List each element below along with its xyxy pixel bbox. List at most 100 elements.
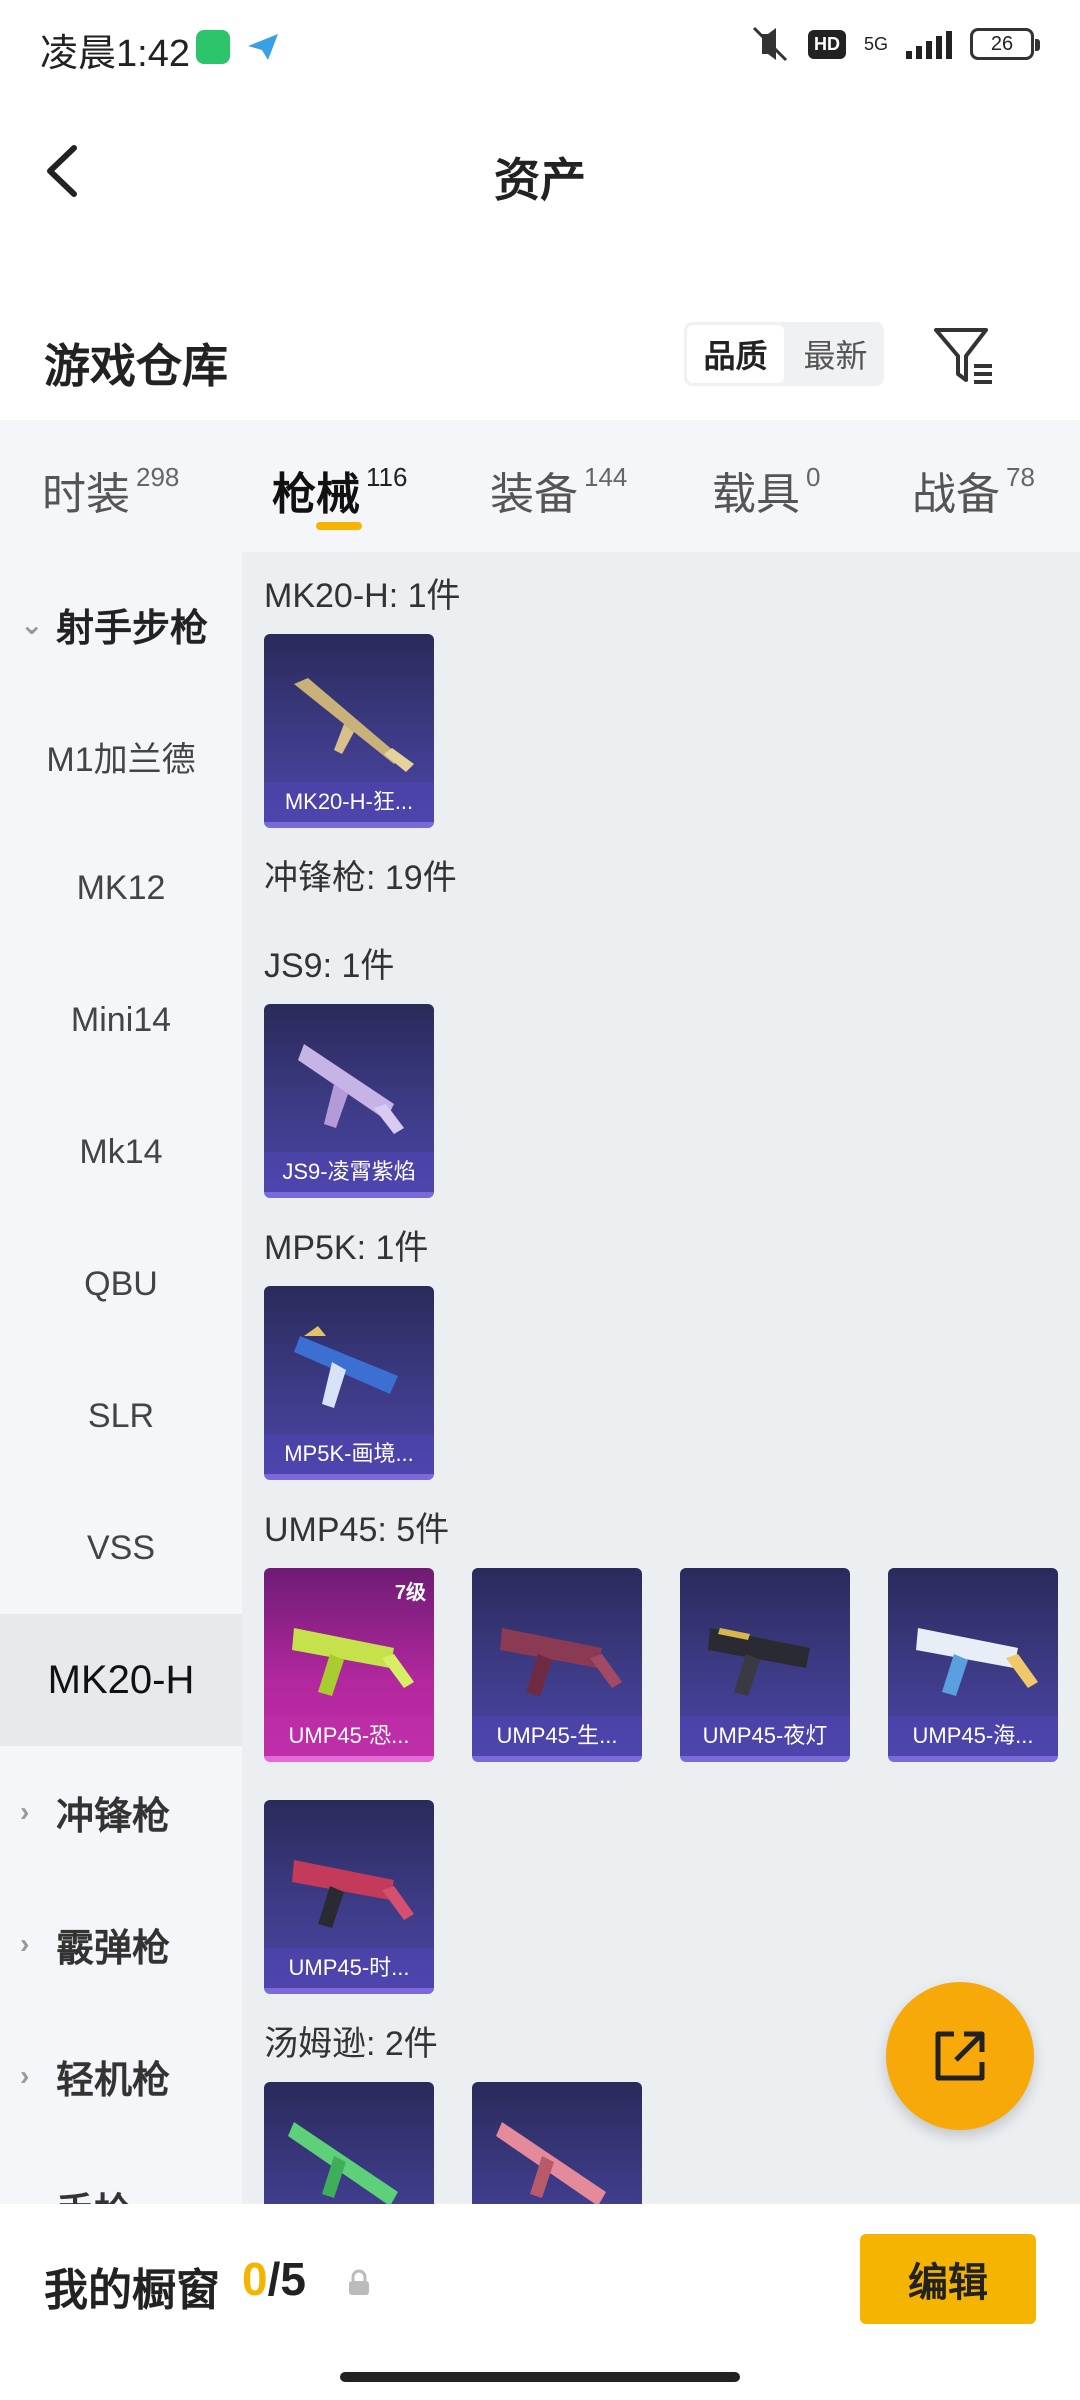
sort-latest-button[interactable]: 最新 [787,322,884,386]
skin-card-js9[interactable]: JS9-凌霄紫焰 [264,1004,434,1198]
weapon-list: MK20-H: 1件 MK20-H-狂... 冲锋枪: 19件 JS9: 1件 … [242,552,1080,2204]
sidebar-group-marksman[interactable]: ⌄ 射手步枪 [0,558,242,690]
signal-icon [906,29,952,59]
smg-icon [916,1628,1038,1696]
skin-card-mp5k[interactable]: MP5K-画境... [264,1286,434,1480]
sidebar-item-qbu[interactable]: QBU [0,1218,242,1350]
sidebar-item-vss[interactable]: VSS [0,1482,242,1614]
hd-badge: HD [807,29,846,59]
skin-card-mk20h[interactable]: MK20-H-狂... [264,634,434,828]
tab-count: 78 [1006,462,1035,492]
tab-guns[interactable]: 枪械 116 [272,458,407,522]
sidebar-group-lmg[interactable]: › 轻机枪 [0,2010,242,2142]
sort-toggle: 品质 最新 [684,322,884,386]
sidebar-group-label: 霰弹枪 [56,1927,171,1970]
sidebar-group-smg[interactable]: › 冲锋枪 [0,1746,242,1878]
skin-name: MK20-H-狂... [264,782,434,822]
lock-icon [346,2268,372,2298]
section-title-tommy: 汤姆逊: 2件 [264,2025,438,2063]
tab-count: 0 [806,462,821,492]
sidebar-item-m1-garand[interactable]: M1加兰德 [0,690,242,822]
chevron-right-icon: › [20,1928,30,1959]
smg-icon [292,1860,414,1928]
chevron-right-icon: › [20,2192,56,2204]
sidebar-item-mini14[interactable]: Mini14 [0,954,242,1086]
smg-icon [294,1326,398,1408]
sidebar-group-label: 轻机枪 [56,2059,171,2102]
paper-plane-icon [246,32,280,67]
mute-icon [752,26,788,62]
tab-label: 装备 [490,470,578,519]
sidebar-item-mk12[interactable]: MK12 [0,822,242,954]
smg-icon [708,1628,810,1696]
skin-name: UMP45-海... [888,1716,1058,1756]
sidebar-group-shotgun[interactable]: › 霰弹枪 [0,1878,242,2010]
chevron-down-icon: ⌄ [20,608,44,640]
filter-button[interactable] [930,320,1000,390]
sidebar-item-mk14[interactable]: Mk14 [0,1086,242,1218]
skin-card-tommy-1[interactable] [264,2082,434,2204]
active-tab-indicator [316,522,362,530]
skin-card-ump45-2[interactable]: UMP45-生... [472,1568,642,1762]
sidebar-group-pistol[interactable]: › 手枪 [0,2142,242,2205]
status-bar: 凌晨1:42 HD 5G 26 [0,0,1080,96]
tab-vehicles[interactable]: 载具 0 [712,458,820,522]
tab-label: 载具 [712,470,800,519]
chevron-right-icon: › [20,2060,30,2091]
smg-icon [298,1044,404,1134]
smg-icon [496,2122,606,2204]
tab-label: 时装 [42,470,130,519]
sidebar-group-label: 射手步枪 [56,607,209,650]
section-title-smg: 冲锋枪: 19件 [264,859,457,897]
skin-name: UMP45-恐... [264,1716,434,1756]
battery-icon: 26 [970,28,1040,60]
sidebar-group-label: 手枪 [56,2181,132,2205]
tab-count: 144 [584,462,628,492]
edit-button[interactable]: 编辑 [860,2234,1036,2324]
showcase-current: 0 [242,2253,268,2305]
tab-label: 战备 [912,470,1000,519]
smg-icon [292,1628,414,1696]
warehouse-title: 游戏仓库 [44,340,228,392]
share-icon [935,2031,985,2081]
skin-name: MP5K-画境... [264,1434,434,1474]
skin-card-tommy-2[interactable] [472,2082,642,2204]
skin-name: UMP45-夜灯 [680,1716,850,1756]
sidebar-item-slr[interactable]: SLR [0,1350,242,1482]
sort-quality-button[interactable]: 品质 [687,325,784,383]
skin-card-ump45-1[interactable]: 7级 UMP45-恐... [264,1568,434,1762]
sidebar-item-mk20h[interactable]: MK20-H [0,1614,242,1746]
sidebar-group-label: 冲锋枪 [56,1795,171,1838]
smg-icon [500,1628,622,1696]
rifle-icon [294,678,414,772]
skin-card-ump45-5[interactable]: UMP45-时... [264,1800,434,1994]
skin-name: UMP45-生... [472,1716,642,1756]
smg-icon [288,2122,398,2204]
category-tabs: 时装 298 枪械 116 装备 144 载具 0 战备 78 [0,420,1080,552]
section-title-ump45: UMP45: 5件 [264,1511,450,1549]
section-title-js9: JS9: 1件 [264,947,395,985]
skin-card-ump45-3[interactable]: UMP45-夜灯 [680,1568,850,1762]
status-time: 凌晨1:42 [40,33,190,75]
filter-icon [934,328,992,384]
home-indicator[interactable] [340,2372,740,2382]
tab-count: 116 [366,462,408,492]
section-title-mk20h: MK20-H: 1件 [264,577,461,615]
warehouse-header: 游戏仓库 品质 最新 [0,300,1080,420]
tab-label: 枪械 [272,470,360,519]
shield-app-icon [196,30,230,64]
page-title: 资产 [494,154,586,206]
tab-supplies[interactable]: 战备 78 [912,458,1035,522]
nav-bar: 资产 [0,96,1080,246]
skin-card-ump45-4[interactable]: UMP45-海... [888,1568,1058,1762]
network-type: 5G [863,34,888,54]
showcase-label: 我的橱窗 [44,2266,220,2315]
share-button[interactable] [886,1982,1034,2130]
showcase-count: 0/5 [242,2252,306,2306]
showcase-bar: 我的橱窗 0/5 编辑 [0,2204,1080,2400]
tab-equipment[interactable]: 装备 144 [490,458,627,522]
tab-fashion[interactable]: 时装 298 [42,458,179,522]
section-title-mp5k: MP5K: 1件 [264,1229,429,1267]
chevron-right-icon: › [20,1796,30,1827]
weapon-type-sidebar: ⌄ 射手步枪 M1加兰德 MK12 Mini14 Mk14 QBU SLR VS… [0,552,242,2204]
